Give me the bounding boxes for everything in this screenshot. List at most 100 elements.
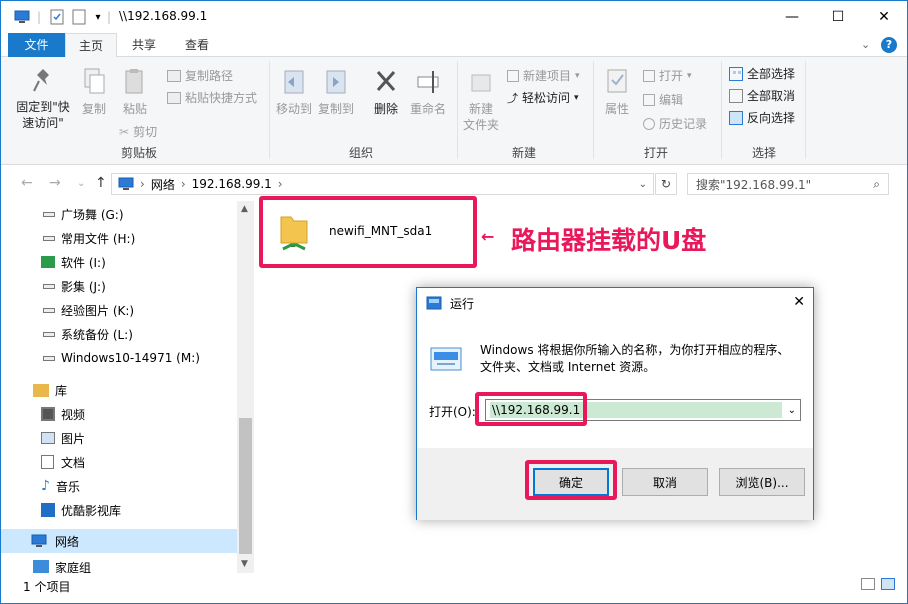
nav-item-drive-i[interactable]: 软件 (I:) bbox=[1, 250, 237, 274]
delete-button[interactable]: 删除 bbox=[369, 67, 403, 117]
back-icon[interactable]: ← bbox=[21, 175, 33, 191]
copy-to-button[interactable]: 复制到 bbox=[317, 67, 355, 117]
customize-quick-access-icon[interactable]: ▾ bbox=[91, 9, 105, 25]
group-separator bbox=[721, 61, 722, 159]
minimize-button[interactable]: — bbox=[769, 1, 815, 32]
scroll-down-icon[interactable]: ▼ bbox=[241, 559, 248, 569]
copy-path-label: 复制路径 bbox=[185, 69, 234, 83]
input-highlight-box bbox=[475, 392, 587, 426]
nav-scrollbar[interactable]: ▲ ▼ bbox=[237, 201, 254, 573]
forward-icon[interactable]: → bbox=[49, 175, 61, 191]
folder-item[interactable]: newifi_MNT_sda1 bbox=[277, 209, 437, 253]
copy-icon bbox=[84, 68, 105, 94]
nav-item-homegroup[interactable]: 家庭组 bbox=[1, 560, 237, 573]
move-to-icon bbox=[284, 70, 304, 94]
recent-locations-icon[interactable]: ⌄ bbox=[77, 178, 85, 189]
drive-icon bbox=[43, 235, 55, 241]
properties-label: 属性 bbox=[604, 102, 629, 116]
properties-icon[interactable] bbox=[47, 9, 67, 25]
nav-item-drive-k[interactable]: 经验图片 (K:) bbox=[1, 298, 237, 322]
cut-button[interactable]: ✂ 剪切 bbox=[119, 123, 157, 140]
help-icon[interactable]: ? bbox=[881, 37, 897, 53]
nav-item-network[interactable]: 网络 bbox=[1, 529, 237, 553]
large-icons-view-icon[interactable] bbox=[881, 578, 895, 590]
scroll-up-icon[interactable]: ▲ bbox=[241, 204, 248, 214]
browse-button[interactable]: 浏览(B)... bbox=[719, 468, 805, 496]
nav-item-pictures[interactable]: 图片 bbox=[1, 426, 237, 450]
maximize-button[interactable]: ☐ bbox=[815, 1, 861, 32]
drive-icon bbox=[43, 283, 55, 289]
close-button[interactable]: ✕ bbox=[861, 1, 907, 32]
copy-path-button[interactable]: 复制路径 bbox=[167, 67, 233, 84]
paste-shortcut-button[interactable]: 粘贴快捷方式 bbox=[167, 89, 257, 106]
folder-name: newifi_MNT_sda1 bbox=[329, 224, 433, 238]
pin-quick-access-button[interactable]: 固定到"快 速访问" bbox=[13, 67, 73, 131]
open-dropdown-icon[interactable]: ⌄ bbox=[788, 405, 796, 416]
nav-item-documents[interactable]: 文档 bbox=[1, 450, 237, 474]
dialog-close-button[interactable]: ✕ bbox=[793, 294, 805, 310]
tab-home[interactable]: 主页 bbox=[65, 33, 117, 58]
nav-item-drive-h[interactable]: 常用文件 (H:) bbox=[1, 226, 237, 250]
nav-label: 视频 bbox=[61, 407, 86, 422]
paste-button[interactable]: 粘贴 bbox=[117, 67, 153, 117]
nav-item-videos[interactable]: 视频 bbox=[1, 402, 237, 426]
select-all-button[interactable]: 全部选择 bbox=[729, 65, 795, 82]
expand-ribbon-icon[interactable]: ⌄ bbox=[861, 38, 870, 51]
nav-label: 软件 (I:) bbox=[61, 255, 106, 270]
open-button[interactable]: 打开 ▾ bbox=[643, 67, 692, 84]
up-icon[interactable]: ↑ bbox=[95, 175, 107, 191]
select-all-icon bbox=[729, 66, 743, 81]
new-folder-icon[interactable] bbox=[69, 9, 89, 25]
nav-label: 库 bbox=[55, 383, 68, 398]
copy-path-icon bbox=[167, 69, 181, 82]
nav-item-drive-j[interactable]: 影集 (J:) bbox=[1, 274, 237, 298]
tab-share[interactable]: 共享 bbox=[119, 33, 169, 57]
item-count: 1 个项目 bbox=[23, 580, 71, 594]
breadcrumb-chevron-icon: › bbox=[140, 177, 145, 191]
nav-item-drive-l[interactable]: 系统备份 (L:) bbox=[1, 322, 237, 346]
nav-item-libraries[interactable]: 库 bbox=[1, 378, 237, 402]
move-to-button[interactable]: 移动到 bbox=[275, 67, 313, 117]
nav-item-drive-m[interactable]: Windows10-14971 (M:) bbox=[1, 346, 237, 370]
group-separator bbox=[269, 61, 270, 159]
edit-button[interactable]: 编辑 bbox=[643, 91, 683, 108]
library-icon bbox=[33, 383, 49, 397]
nav-label: 优酷影视库 bbox=[61, 503, 122, 518]
scroll-thumb[interactable] bbox=[239, 418, 252, 554]
tab-file[interactable]: 文件 bbox=[8, 33, 65, 57]
new-folder-icon bbox=[471, 74, 491, 92]
select-none-label: 全部取消 bbox=[747, 89, 796, 103]
breadcrumb-network[interactable]: 网络 bbox=[151, 176, 175, 193]
refresh-icon[interactable]: ↻ bbox=[655, 173, 677, 195]
nav-label: 广场舞 (G:) bbox=[61, 207, 124, 222]
music-icon: ♪ bbox=[41, 478, 50, 494]
cut-label: 剪切 bbox=[133, 125, 158, 139]
search-input[interactable]: 搜索"192.168.99.1" ⌕ bbox=[687, 173, 889, 195]
cancel-button[interactable]: 取消 bbox=[622, 468, 708, 496]
paste-icon bbox=[125, 69, 143, 94]
tab-view[interactable]: 查看 bbox=[171, 33, 223, 57]
select-none-button[interactable]: 全部取消 bbox=[729, 87, 795, 104]
rename-button[interactable]: 重命名 bbox=[407, 67, 449, 117]
new-folder-label-2: 文件夹 bbox=[462, 118, 499, 132]
edit-label: 编辑 bbox=[659, 93, 684, 107]
copy-button[interactable]: 复制 bbox=[77, 67, 111, 117]
invert-selection-button[interactable]: 反向选择 bbox=[729, 109, 795, 126]
new-item-button[interactable]: 新建项目 ▾ bbox=[507, 67, 580, 84]
easy-access-button[interactable]: ⤴ 轻松访问 ▾ bbox=[507, 89, 579, 106]
address-dropdown-icon[interactable]: ⌄ bbox=[639, 179, 647, 190]
annotation-label: 路由器挂载的U盘 bbox=[511, 226, 707, 255]
nav-item-drive-g[interactable]: 广场舞 (G:) bbox=[1, 202, 237, 226]
history-button[interactable]: 历史记录 bbox=[643, 115, 707, 132]
nav-item-youku[interactable]: 优酷影视库 bbox=[1, 498, 237, 522]
nav-item-music[interactable]: ♪ 音乐 bbox=[1, 474, 237, 498]
delete-label: 删除 bbox=[373, 102, 398, 116]
breadcrumb-host[interactable]: 192.168.99.1 bbox=[192, 177, 272, 191]
details-view-icon[interactable] bbox=[861, 578, 875, 590]
group-separator bbox=[457, 61, 458, 159]
new-folder-button[interactable]: 新建 文件夹 bbox=[461, 67, 501, 133]
computer-icon[interactable] bbox=[11, 9, 33, 25]
properties-button[interactable]: 属性 bbox=[599, 67, 635, 117]
arrow-left-icon: ← bbox=[481, 227, 495, 246]
address-bar[interactable]: › 网络 › 192.168.99.1 › ⌄ bbox=[111, 173, 654, 195]
